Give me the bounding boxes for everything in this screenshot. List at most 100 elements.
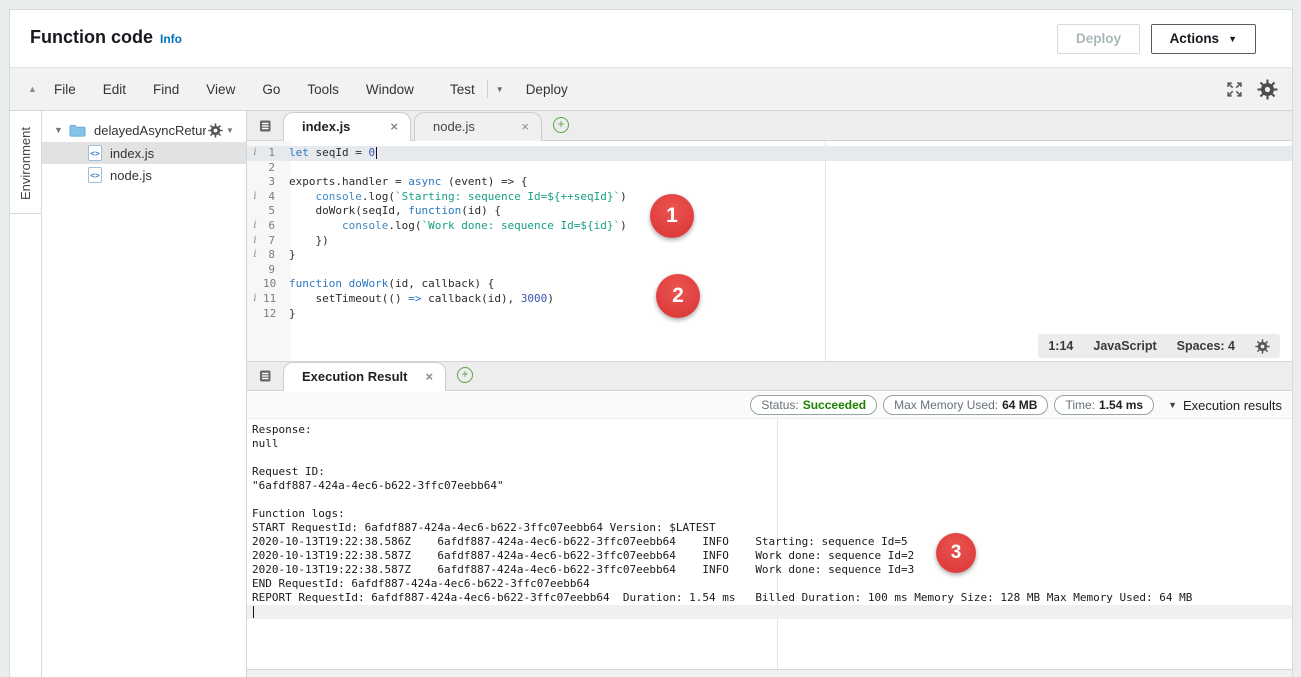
lint-info-icon: [247, 277, 263, 292]
log-line: START RequestId: 6afdf887-424a-4ec6-b622…: [247, 521, 1292, 535]
menu-item[interactable]: Tools: [307, 82, 339, 97]
line-number: 11: [263, 292, 283, 307]
lint-info-icon: i: [247, 248, 263, 263]
deploy-button[interactable]: Deploy: [1057, 24, 1140, 54]
log-line: null: [247, 437, 1292, 451]
close-icon[interactable]: ×: [425, 369, 433, 384]
status-badge: Max Memory Used: 64 MB: [883, 395, 1048, 415]
menu-item[interactable]: Window: [366, 82, 414, 97]
tree-settings-gear-icon[interactable]: [208, 123, 223, 138]
execution-results-dropdown[interactable]: ▼ Execution results: [1168, 398, 1282, 413]
tab-list-icon[interactable]: [257, 118, 273, 134]
lint-info-icon: [247, 161, 263, 176]
code-line: 9: [247, 263, 1292, 278]
code-line: i 4 console.log(`Starting: sequence Id=$…: [247, 190, 1292, 205]
execution-results-label: Execution results: [1183, 398, 1282, 413]
ide-menubar: ▲ File Edit Find View Go Tools Window Test ▼ D…: [10, 67, 1292, 111]
tree-file-item[interactable]: <> node.js: [42, 164, 246, 186]
results-tabbar: Execution Result × +: [247, 361, 1292, 391]
panel-header: Function code Info Deploy Actions▼: [10, 10, 1292, 67]
menu-item[interactable]: View: [206, 82, 235, 97]
menu-item[interactable]: Find: [153, 82, 179, 97]
tree-settings-caret-icon[interactable]: ▼: [226, 126, 234, 135]
cursor-position[interactable]: 1:14: [1048, 339, 1073, 353]
menu-item-deploy[interactable]: Deploy: [526, 82, 568, 97]
code-text: console.log(`Work done: sequence Id=${id…: [283, 219, 627, 234]
code-lines: i 1 let seqId = 0 2 3 exports.handler = …: [247, 146, 1292, 321]
new-tab-plus-icon[interactable]: +: [553, 117, 569, 133]
badge-value: 64 MB: [1002, 398, 1037, 412]
environment-tab[interactable]: Environment: [10, 113, 41, 214]
log-line: [247, 493, 1292, 507]
badge-label: Status:: [761, 398, 798, 412]
indent-setting[interactable]: Spaces: 4: [1177, 339, 1235, 353]
line-number: 4: [263, 190, 283, 205]
results-toolbar: Status: Succeeded Max Memory Used: 64 MB…: [247, 392, 1292, 419]
bottom-statusbar: [247, 669, 1292, 677]
collapse-panel-icon[interactable]: ▲: [28, 84, 37, 94]
file-tree-panel: ▼ delayedAsyncReturn ▼ <> index.js <> no…: [42, 111, 247, 677]
log-lines: Response:nullRequest ID:"6afdf887-424a-4…: [247, 423, 1292, 619]
editor-pane: index.js × node.js × + i 1 let seqId = 0…: [247, 111, 1292, 677]
editor-tab[interactable]: index.js ×: [283, 112, 411, 141]
tree-file-item[interactable]: <> index.js: [42, 142, 246, 164]
menu-item[interactable]: Edit: [103, 82, 126, 97]
code-line: 10 function doWork(id, callback) {: [247, 277, 1292, 292]
tree-file-label: index.js: [110, 146, 154, 161]
statusbar-gear-icon[interactable]: [1255, 339, 1270, 354]
log-line: 2020-10-13T19:22:38.587Z 6afdf887-424a-4…: [247, 563, 1292, 577]
lint-info-icon: [247, 307, 263, 322]
language-mode[interactable]: JavaScript: [1093, 339, 1156, 353]
log-line: [247, 451, 1292, 465]
editor-statusbar: 1:14 JavaScript Spaces: 4: [1038, 334, 1280, 358]
close-icon[interactable]: ×: [521, 119, 529, 134]
editor-tab[interactable]: node.js ×: [414, 112, 542, 141]
code-editor[interactable]: i 1 let seqId = 0 2 3 exports.handler = …: [247, 141, 1292, 361]
annotation-circle: 2: [656, 274, 700, 318]
tree-folder-row[interactable]: ▼ delayedAsyncReturn ▼: [42, 119, 246, 141]
tab-execution-result[interactable]: Execution Result ×: [283, 362, 446, 391]
text-cursor: [376, 147, 377, 159]
info-link[interactable]: Info: [160, 32, 182, 46]
folder-disclosure-icon[interactable]: ▼: [54, 125, 68, 135]
ide-settings-gear-icon[interactable]: [1257, 79, 1278, 100]
editor-tabbar: index.js × node.js × +: [247, 111, 1292, 141]
status-badge: Time: 1.54 ms: [1054, 395, 1154, 415]
code-text: [283, 161, 289, 176]
line-number: 12: [263, 307, 283, 322]
lint-info-icon: i: [247, 146, 263, 161]
ide-region: Environment ▼ delayedAsyncReturn ▼ <> in…: [10, 111, 1292, 677]
badge-value: 1.54 ms: [1099, 398, 1143, 412]
code-text: function doWork(id, callback) {: [283, 277, 494, 292]
results-new-tab-plus-icon[interactable]: +: [457, 367, 473, 383]
code-line: 3 exports.handler = async (event) => {: [247, 175, 1292, 190]
tree-file-label: node.js: [110, 168, 152, 183]
code-line: i 11 setTimeout(() => callback(id), 3000…: [247, 292, 1292, 307]
code-text: }: [283, 307, 296, 322]
tab-label: node.js: [433, 119, 475, 134]
code-text: }: [283, 248, 296, 263]
menu-separator: [487, 80, 488, 98]
line-number: 9: [263, 263, 283, 278]
code-text: setTimeout(() => callback(id), 3000): [283, 292, 554, 307]
lint-info-icon: [247, 175, 263, 190]
fullscreen-expand-icon[interactable]: [1226, 81, 1243, 98]
test-dropdown-icon[interactable]: ▼: [496, 85, 504, 94]
lint-info-icon: [247, 204, 263, 219]
badge-label: Time:: [1065, 398, 1095, 412]
menu-item-test[interactable]: Test: [450, 82, 475, 97]
results-tab-list-icon[interactable]: [257, 368, 273, 384]
log-line: REPORT RequestId: 6afdf887-424a-4ec6-b62…: [247, 591, 1292, 605]
tab-label: index.js: [302, 119, 350, 134]
code-line: 2: [247, 161, 1292, 176]
line-number: 8: [263, 248, 283, 263]
run-controls: Test ▼ Deploy: [450, 68, 568, 110]
actions-button[interactable]: Actions▼: [1151, 24, 1256, 54]
execution-log-editor[interactable]: Response:nullRequest ID:"6afdf887-424a-4…: [247, 419, 1292, 669]
menu-item[interactable]: File: [54, 82, 76, 97]
line-number: 1: [263, 146, 283, 161]
close-icon[interactable]: ×: [390, 119, 398, 134]
menu-item[interactable]: Go: [262, 82, 280, 97]
results-tabs: Execution Result ×: [283, 362, 449, 390]
code-line: i 6 console.log(`Work done: sequence Id=…: [247, 219, 1292, 234]
